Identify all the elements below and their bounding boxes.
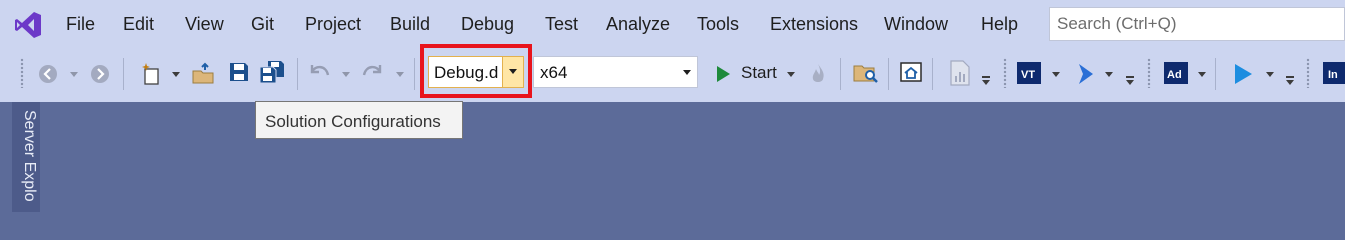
play-triangle-icon[interactable] bbox=[1233, 62, 1253, 86]
solution-platform-value: x64 bbox=[540, 63, 568, 82]
extension-ad-icon[interactable]: Ad bbox=[1164, 62, 1188, 84]
solution-configurations-tooltip: Solution Configurations bbox=[255, 101, 463, 139]
toolbar-grip[interactable] bbox=[1306, 58, 1310, 88]
toolbar-separator bbox=[1215, 58, 1216, 90]
menu-edit[interactable]: Edit bbox=[123, 14, 154, 35]
open-file-icon[interactable] bbox=[191, 62, 217, 86]
toolbar-separator bbox=[414, 58, 415, 90]
redo-icon[interactable] bbox=[361, 61, 385, 83]
new-project-icon[interactable] bbox=[139, 62, 163, 86]
vt-dropdown-icon[interactable] bbox=[1052, 72, 1060, 77]
extension-in-icon[interactable]: In bbox=[1323, 62, 1345, 84]
menu-view[interactable]: View bbox=[185, 14, 224, 35]
diagnostics-report-icon[interactable] bbox=[949, 60, 971, 86]
toolbar-overflow-icon[interactable] bbox=[981, 74, 991, 86]
undo-icon[interactable] bbox=[307, 61, 331, 83]
home-window-icon[interactable] bbox=[899, 60, 923, 84]
menu-tools[interactable]: Tools bbox=[697, 14, 739, 35]
svg-text:VT: VT bbox=[1021, 69, 1035, 81]
start-button-label[interactable]: Start bbox=[741, 63, 777, 83]
start-dropdown-icon[interactable] bbox=[787, 72, 795, 77]
search-box[interactable]: Search (Ctrl+Q) bbox=[1049, 7, 1345, 41]
visual-studio-logo-icon[interactable] bbox=[14, 10, 42, 40]
run-arrow-icon[interactable] bbox=[1076, 62, 1096, 86]
visualtrace-vt-icon[interactable]: VT bbox=[1017, 62, 1041, 84]
toolbar-overflow-icon[interactable] bbox=[1285, 74, 1295, 86]
save-all-icon[interactable] bbox=[259, 60, 285, 84]
menu-project[interactable]: Project bbox=[305, 14, 361, 35]
toolbar-separator bbox=[932, 58, 933, 90]
toolbar-grip[interactable] bbox=[1003, 58, 1007, 88]
menu-test[interactable]: Test bbox=[545, 14, 578, 35]
annotation-highlight-box bbox=[420, 44, 532, 98]
navigate-back-dropdown-icon[interactable] bbox=[70, 72, 78, 77]
undo-dropdown-icon[interactable] bbox=[342, 72, 350, 77]
hot-reload-flame-icon[interactable] bbox=[808, 62, 828, 86]
toolbar-overflow-icon[interactable] bbox=[1125, 74, 1135, 86]
play-dropdown-icon[interactable] bbox=[1266, 72, 1274, 77]
svg-text:In: In bbox=[1328, 69, 1338, 81]
find-in-files-icon[interactable] bbox=[853, 62, 879, 84]
menu-build[interactable]: Build bbox=[390, 14, 430, 35]
menu-debug[interactable]: Debug bbox=[461, 14, 514, 35]
toolbar-grip[interactable] bbox=[20, 58, 24, 88]
menu-extensions[interactable]: Extensions bbox=[770, 14, 858, 35]
new-project-dropdown-icon[interactable] bbox=[172, 72, 180, 77]
menu-git[interactable]: Git bbox=[251, 14, 274, 35]
menu-bar: File Edit View Git Project Build Debug T… bbox=[0, 0, 1345, 50]
menu-window[interactable]: Window bbox=[884, 14, 948, 35]
toolbar-grip[interactable] bbox=[1147, 58, 1151, 88]
workspace-left-edge bbox=[0, 102, 10, 212]
navigate-back-icon[interactable] bbox=[38, 64, 58, 84]
toolbar-separator bbox=[297, 58, 298, 90]
menu-analyze[interactable]: Analyze bbox=[606, 14, 670, 35]
chevron-down-icon bbox=[683, 70, 691, 75]
menu-file[interactable]: File bbox=[66, 14, 95, 35]
start-play-icon[interactable] bbox=[715, 65, 731, 83]
navigate-forward-icon[interactable] bbox=[90, 64, 110, 84]
ad-dropdown-icon[interactable] bbox=[1198, 72, 1206, 77]
solution-platform-dropdown[interactable]: x64 bbox=[533, 56, 698, 88]
redo-dropdown-icon[interactable] bbox=[396, 72, 404, 77]
toolbar-separator bbox=[840, 58, 841, 90]
svg-text:Ad: Ad bbox=[1167, 69, 1182, 81]
toolbar-separator bbox=[888, 58, 889, 90]
menu-help[interactable]: Help bbox=[981, 14, 1018, 35]
server-explorer-label[interactable]: Server Explo bbox=[14, 110, 38, 202]
toolbar-separator bbox=[123, 58, 124, 90]
run-dropdown-icon[interactable] bbox=[1105, 72, 1113, 77]
save-icon[interactable] bbox=[229, 62, 249, 82]
